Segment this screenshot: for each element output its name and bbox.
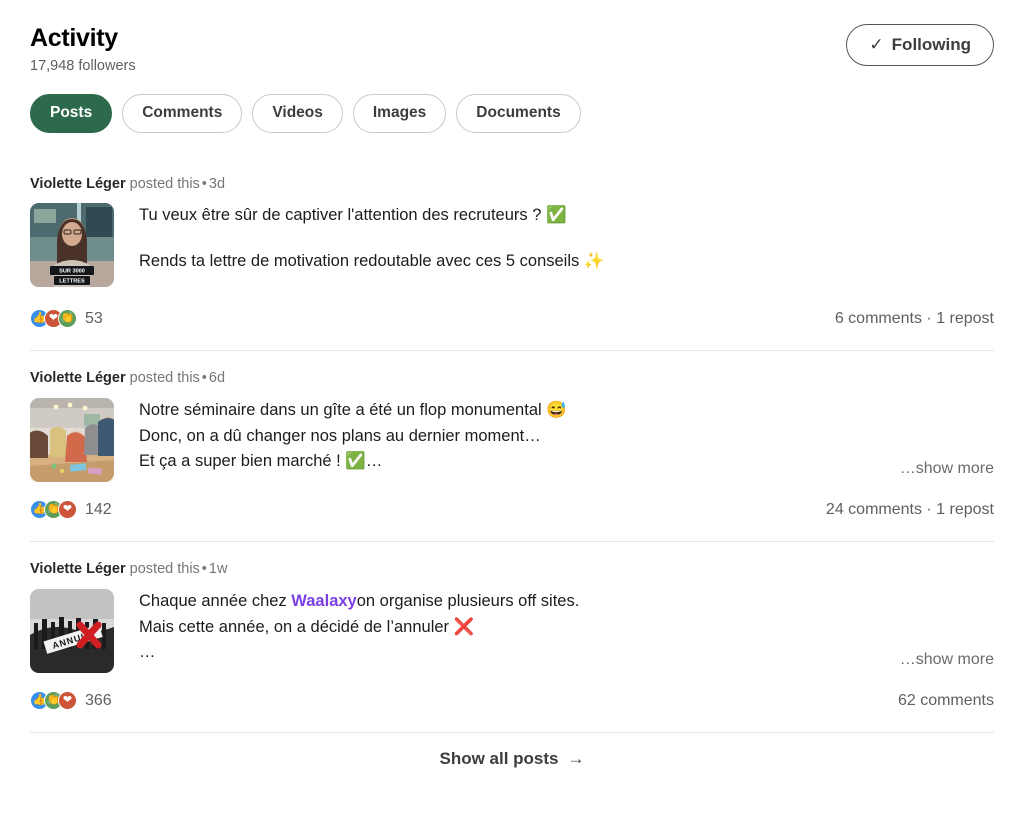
title-block: Activity 17,948 followers [30, 24, 136, 76]
reaction-count: 366 [85, 691, 112, 709]
activity-panel: Activity 17,948 followers ✓ Following Po… [0, 0, 1024, 823]
post-body: Notre séminaire dans un gîte a été un fl… [30, 398, 994, 483]
tab-label: Images [372, 103, 427, 121]
show-more-button[interactable]: …show more [900, 651, 994, 669]
post-age: 1w [208, 561, 228, 578]
post-text-line: … [139, 643, 156, 662]
engagement-stats[interactable]: 6 comments · 1 repost [835, 310, 994, 328]
show-all-posts-label: Show all posts [439, 749, 559, 769]
post-text-line: Chaque année chez Waalaxyon organise plu… [139, 589, 994, 615]
post-author[interactable]: Violette Léger [30, 370, 126, 386]
engagement-stats[interactable]: 24 comments · 1 repost [826, 501, 994, 519]
tab-posts[interactable]: Posts [30, 93, 113, 133]
post-text-line: Rends ta lettre de motivation redoutable… [139, 251, 605, 270]
meta-separator: • [201, 175, 207, 192]
post-thumbnail[interactable] [30, 398, 114, 483]
reaction-love-icon: ❤ [58, 500, 77, 520]
post-meta: Violette Léger posted this • 6d [30, 351, 994, 388]
tab-images[interactable]: Images [352, 93, 447, 133]
post: Violette Léger posted this • 1w ANNULÉ Chaqu… [30, 541, 994, 732]
arrow-right-icon: → [567, 749, 585, 769]
post-text[interactable]: Notre séminaire dans un gîte a été un fl… [139, 398, 994, 482]
reaction-icons: 👍 👏 ❤ [30, 691, 77, 711]
reaction-count: 53 [85, 309, 103, 327]
check-icon: ✓ [869, 35, 884, 54]
reactions-group[interactable]: 👍 ❤ 👏 53 [30, 309, 103, 329]
activity-tabs: Posts Comments Videos Images Documents [30, 93, 994, 133]
post-feed: Violette Léger posted this • 3d SUR 3000 LET… [30, 157, 994, 733]
post-text[interactable]: Tu veux être sûr de captiver l'attention… [139, 203, 994, 287]
page-title: Activity [30, 24, 118, 52]
text-spacer [139, 229, 994, 249]
post-body: SUR 3000 LETTRES Tu veux être sûr de capti… [30, 203, 994, 288]
post-stats: 👍 👏 ❤ 142 24 comments · 1 repost [30, 500, 994, 539]
post-meta: Violette Léger posted this • 3d [30, 157, 994, 194]
post-text-line: Notre séminaire dans un gîte a été un fl… [139, 401, 567, 420]
post-text-segment-after: on organise plusieurs off sites. [356, 592, 580, 611]
svg-text:LETTRES: LETTRES [59, 279, 85, 285]
post-text-line: Donc, on a dû changer nos plans au derni… [139, 426, 541, 445]
activity-header: Activity 17,948 followers ✓ Following [30, 0, 994, 76]
reaction-count: 142 [85, 500, 112, 518]
post: Violette Léger posted this • 6d Notre sémin… [30, 350, 994, 541]
post-body: ANNULÉ Chaque année chez Waalaxyon organi… [30, 589, 994, 674]
post-text-segment: Chaque année chez [139, 592, 292, 611]
reaction-icons: 👍 ❤ 👏 [30, 309, 77, 329]
following-button-label: Following [891, 35, 971, 54]
post-age: 3d [208, 175, 226, 192]
post-action: posted this [129, 175, 200, 192]
tab-label: Comments [142, 103, 223, 121]
post-text-line: Et ça a super bien marché ! ✅… [139, 452, 383, 471]
reaction-celebrate-icon: 👏 [58, 309, 77, 329]
post-thumbnail[interactable]: ANNULÉ [30, 589, 114, 674]
post-thumbnail[interactable]: SUR 3000 LETTRES [30, 203, 114, 288]
tab-videos[interactable]: Videos [252, 93, 343, 133]
mention-link[interactable]: Waalaxy [291, 592, 356, 610]
reaction-icons: 👍 👏 ❤ [30, 500, 77, 520]
engagement-stats[interactable]: 62 comments [898, 692, 994, 710]
meta-separator: • [201, 561, 207, 578]
reactions-group[interactable]: 👍 👏 ❤ 366 [30, 691, 112, 711]
post-author[interactable]: Violette Léger [30, 561, 126, 577]
post-action: posted this [129, 561, 200, 578]
feed-footer: Show all posts → [30, 732, 994, 769]
post-meta: Violette Léger posted this • 1w [30, 542, 994, 579]
tab-label: Videos [272, 103, 323, 121]
svg-text:SUR 3000: SUR 3000 [59, 269, 85, 275]
post: Violette Léger posted this • 3d SUR 3000 LET… [30, 157, 994, 351]
following-button[interactable]: ✓ Following [846, 24, 994, 67]
follower-count: 17,948 followers [30, 57, 136, 74]
show-more-button[interactable]: …show more [900, 460, 994, 478]
post-text-line: Tu veux être sûr de captiver l'attention… [139, 206, 567, 225]
post-text-line: Mais cette année, on a décidé de l’annul… [139, 617, 475, 636]
meta-separator: • [201, 370, 207, 387]
post-text[interactable]: Chaque année chez Waalaxyon organise plu… [139, 589, 994, 673]
reactions-group[interactable]: 👍 👏 ❤ 142 [30, 500, 112, 520]
tab-documents[interactable]: Documents [456, 93, 581, 133]
post-action: posted this [129, 370, 200, 387]
reaction-love-icon: ❤ [58, 691, 77, 711]
tab-label: Documents [476, 103, 561, 121]
post-stats: 👍 ❤ 👏 53 6 comments · 1 repost [30, 309, 994, 348]
tab-label: Posts [50, 103, 93, 121]
post-age: 6d [208, 370, 226, 387]
post-author[interactable]: Violette Léger [30, 176, 126, 192]
post-stats: 👍 👏 ❤ 366 62 comments [30, 691, 994, 730]
tab-comments[interactable]: Comments [122, 93, 243, 133]
show-all-posts-button[interactable]: Show all posts → [439, 749, 584, 769]
